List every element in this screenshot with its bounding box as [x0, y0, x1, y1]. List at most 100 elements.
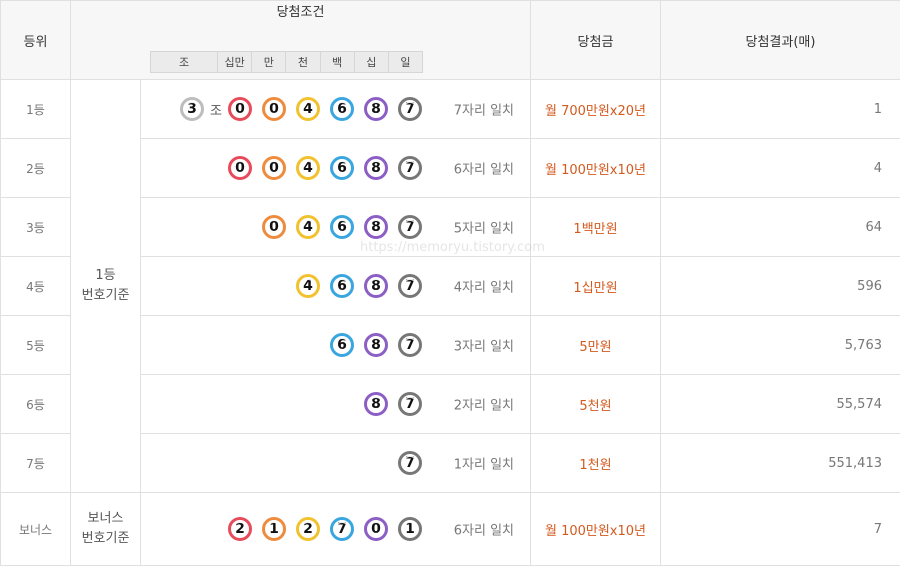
- number-balls: 004687: [218, 156, 422, 180]
- prize-cell: 월 700만원x20년: [530, 79, 661, 139]
- condition-cell: 0 0 4 6 8 7 6자리 일치: [140, 138, 531, 198]
- prize-cell: 5천원: [530, 374, 661, 434]
- lottery-results-table: 등위 당첨조건 조 십만 만 천 백 십 일 당첨금 당첨결과(매) 1등 1등 번호기준 3 조 0…: [0, 0, 900, 566]
- prize-cell: 월 100만원x10년: [530, 138, 661, 198]
- prize-cell: 1백만원: [530, 197, 661, 257]
- number-ball: 7: [398, 451, 422, 475]
- digit-place-label: 백: [319, 52, 354, 72]
- winner-count-cell: 596: [660, 256, 900, 316]
- number-ball: 8: [364, 274, 388, 298]
- basis-line: 번호기준: [81, 531, 130, 546]
- number-ball: 7: [398, 156, 422, 180]
- number-ball: 2: [228, 517, 252, 541]
- number-ball: 2: [296, 517, 320, 541]
- header-prize: 당첨금: [530, 0, 661, 80]
- winner-count-cell: 55,574: [660, 374, 900, 434]
- prize-cell: 1천원: [530, 433, 661, 493]
- number-balls: 3조004687: [170, 97, 422, 121]
- number-ball: 8: [364, 392, 388, 416]
- prize-cell: 5만원: [530, 315, 661, 375]
- prize-cell: 1십만원: [530, 256, 661, 316]
- rank-cell: 6등: [0, 374, 71, 434]
- condition-cell: 3 조 0 0 4 6 8 7 7자리 일치: [140, 79, 531, 139]
- number-ball: 6: [330, 333, 354, 357]
- number-ball: 8: [364, 215, 388, 239]
- condition-cell: 7 1자리 일치: [140, 433, 531, 493]
- match-count-text: 3자리 일치: [453, 339, 514, 355]
- number-balls: 7: [388, 451, 422, 475]
- number-ball: 0: [228, 156, 252, 180]
- number-ball: 8: [364, 156, 388, 180]
- condition-cell: 0 4 6 8 7 5자리 일치: [140, 197, 531, 257]
- digit-place-label: 일: [387, 52, 422, 72]
- number-ball: 1: [262, 517, 286, 541]
- number-ball: 3: [180, 97, 205, 121]
- match-count-text: 7자리 일치: [453, 103, 514, 119]
- number-balls: 04687: [252, 215, 422, 239]
- rank-cell: 3등: [0, 197, 71, 257]
- number-balls: 212701: [218, 517, 422, 541]
- rank-cell: 1등: [0, 79, 71, 139]
- table-row: 1등 1등 번호기준 3 조 0 0 4 6 8 7 7자리 일치 월 700만원x20년 1: [0, 79, 900, 493]
- prize-cell: 월 100만원x10년: [530, 492, 661, 566]
- digit-place-label: 천: [285, 52, 319, 72]
- number-ball: 0: [228, 97, 252, 121]
- number-ball: 4: [296, 97, 320, 121]
- basis-line: 보너스: [87, 511, 124, 526]
- header-rank: 등위: [0, 0, 71, 80]
- number-ball: 8: [364, 97, 388, 121]
- digit-place-label: 십: [353, 52, 388, 72]
- number-ball: 0: [262, 215, 286, 239]
- number-ball: 0: [364, 517, 388, 541]
- number-ball: 0: [262, 156, 286, 180]
- number-ball: 7: [330, 517, 354, 541]
- condition-cell: 2 1 2 7 0 1 6자리 일치: [140, 492, 531, 566]
- number-ball: 6: [330, 274, 354, 298]
- match-count-text: 2자리 일치: [453, 398, 514, 414]
- number-ball: 4: [296, 215, 320, 239]
- basis-line: 번호기준: [81, 288, 130, 303]
- match-count-text: 4자리 일치: [453, 280, 514, 296]
- rank-cell: 2등: [0, 138, 71, 198]
- number-ball: 7: [398, 333, 422, 357]
- winner-count-cell: 7: [660, 492, 900, 566]
- number-ball: 7: [398, 274, 422, 298]
- number-ball: 1: [398, 517, 422, 541]
- match-count-text: 1자리 일치: [453, 457, 514, 473]
- number-ball: 7: [398, 215, 422, 239]
- match-count-text: 6자리 일치: [453, 162, 514, 178]
- group-label: 조: [210, 103, 222, 119]
- condition-cell: 6 8 7 3자리 일치: [140, 315, 531, 375]
- digit-place-label: 만: [251, 52, 285, 72]
- number-ball: 8: [364, 333, 388, 357]
- header-condition: 당첨조건 조 십만 만 천 백 십 일: [70, 0, 531, 80]
- condition-cell: 4 6 8 7 4자리 일치: [140, 256, 531, 316]
- winner-count-cell: 551,413: [660, 433, 900, 493]
- number-balls: 87: [354, 392, 422, 416]
- rank-cell: 4등: [0, 256, 71, 316]
- number-balls: 4687: [286, 274, 422, 298]
- header-condition-title: 당첨조건: [276, 5, 325, 20]
- number-ball: 6: [330, 156, 354, 180]
- condition-cell: 8 7 2자리 일치: [140, 374, 531, 434]
- winner-count-cell: 4: [660, 138, 900, 198]
- rank-cell: 보너스: [0, 492, 71, 566]
- digit-place-header: 조 십만 만 천 백 십 일: [150, 51, 423, 73]
- match-count-text: 6자리 일치: [453, 523, 514, 539]
- number-ball: 4: [296, 274, 320, 298]
- table-row: 보너스 보너스 번호기준 2 1 2 7 0 1 6자리 일치 월 100만원x10년 7: [0, 492, 900, 566]
- digit-place-label: 십만: [217, 52, 251, 72]
- number-ball: 6: [330, 215, 354, 239]
- bonus-basis-cell: 보너스번호기준: [70, 492, 141, 566]
- basis-line: 1등: [95, 268, 116, 283]
- number-ball: 7: [398, 97, 422, 121]
- number-ball: 0: [262, 97, 286, 121]
- digit-place-label: 조: [178, 56, 190, 69]
- winner-count-cell: 1: [660, 79, 900, 139]
- number-ball: 4: [296, 156, 320, 180]
- main-basis-cell: 1등번호기준: [70, 79, 141, 493]
- rank-cell: 7등: [0, 433, 71, 493]
- number-balls: 687: [320, 333, 422, 357]
- number-ball: 7: [398, 392, 422, 416]
- number-ball: 6: [330, 97, 354, 121]
